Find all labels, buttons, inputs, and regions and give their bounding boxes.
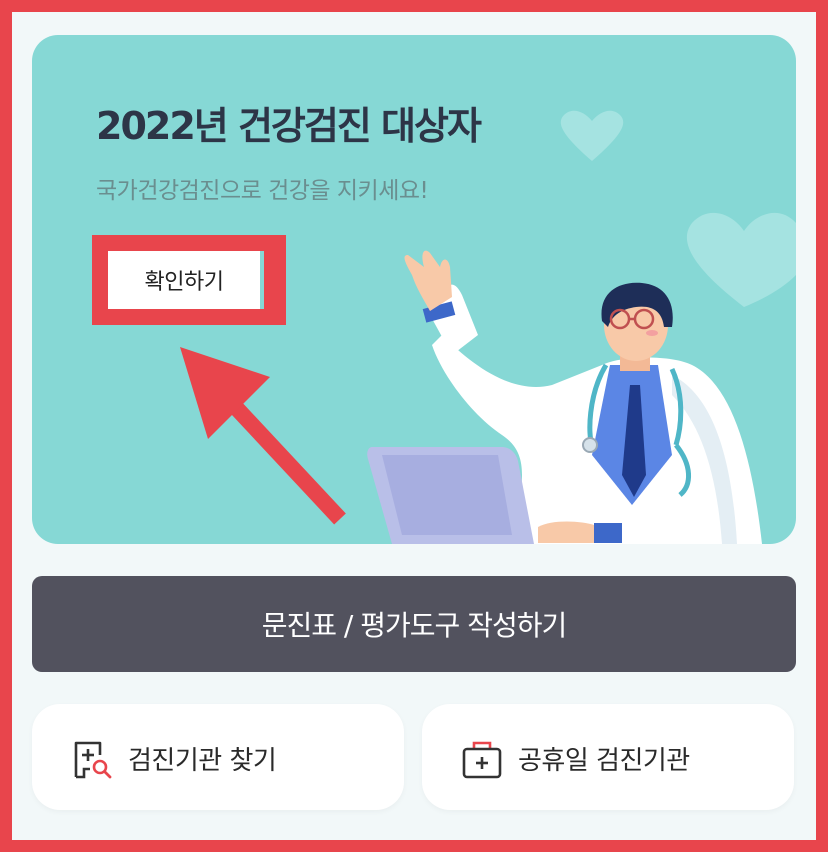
- checkup-banner[interactable]: 2022년 건강검진 대상자 국가건강검진으로 건강을 지키세요! 확인하기: [32, 35, 796, 544]
- heart-icon-large: [686, 212, 796, 307]
- holiday-institution-card[interactable]: 공휴일 검진기관: [422, 704, 794, 810]
- find-institution-card[interactable]: 검진기관 찾기: [32, 704, 404, 810]
- survey-button[interactable]: 문진표 / 평가도구 작성하기: [32, 576, 796, 672]
- banner-subtitle: 국가건강검진으로 건강을 지키세요!: [96, 178, 429, 204]
- holiday-institution-label: 공휴일 검진기관: [518, 746, 690, 776]
- find-institution-label: 검진기관 찾기: [128, 746, 277, 776]
- medical-kit-icon: [462, 741, 502, 779]
- banner-title: 2022년 건강검진 대상자: [96, 104, 482, 148]
- app-frame: 2022년 건강검진 대상자 국가건강검진으로 건강을 지키세요! 확인하기 문…: [12, 12, 816, 840]
- hospital-search-icon: [74, 741, 112, 779]
- confirm-button[interactable]: 확인하기: [108, 251, 264, 309]
- heart-icon-small: [560, 110, 624, 161]
